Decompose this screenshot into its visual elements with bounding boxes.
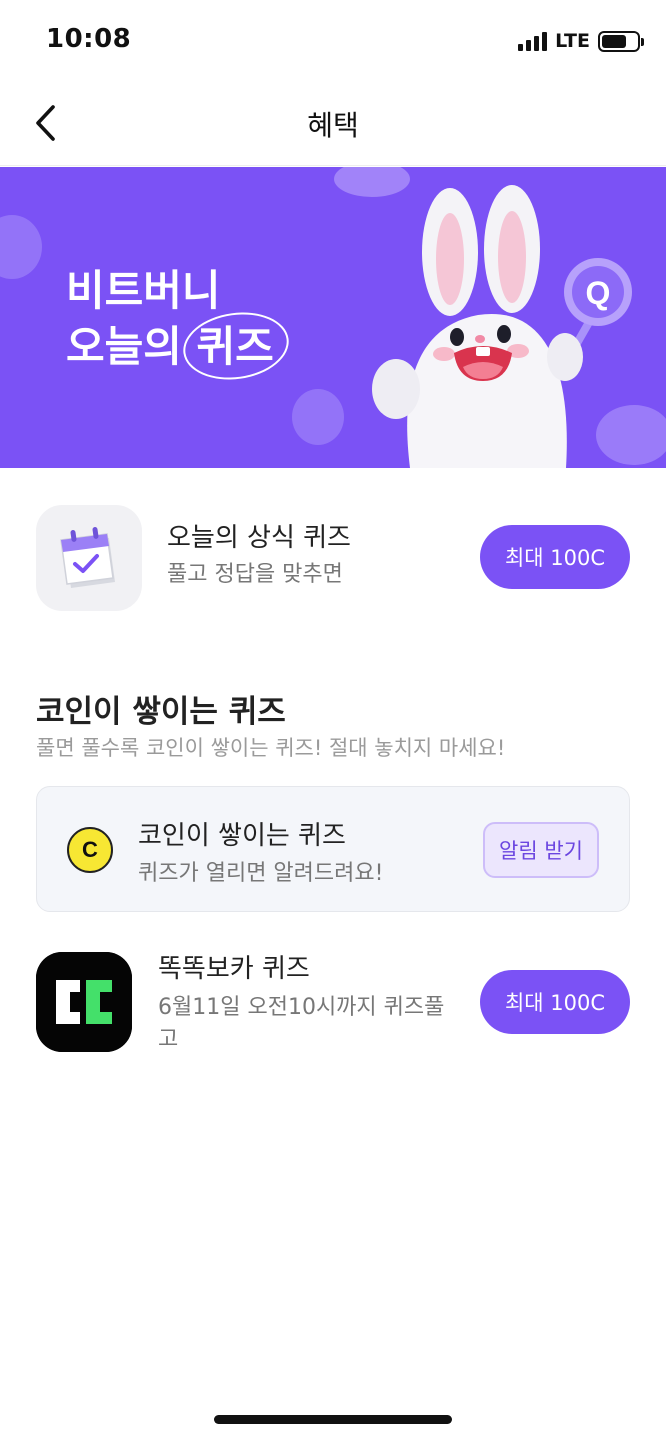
svg-text:Q: Q — [586, 275, 611, 311]
section-description: 풀면 풀수록 코인이 쌓이는 퀴즈! 절대 놓치지 마세요! — [36, 736, 506, 760]
battery-icon — [598, 30, 644, 52]
quiz-banner[interactable]: Q 비트버니 오늘의 퀴즈 — [0, 167, 666, 468]
notify-me-button[interactable]: 알림 받기 — [483, 822, 599, 878]
partner-quiz-title: 똑똑보카 퀴즈 — [158, 954, 310, 984]
partner-quiz-row[interactable]: 똑똑보카 퀴즈 6월11일 오전10시까지 퀴즈풀 고 최대 100C — [36, 952, 630, 1056]
signal-icon — [518, 31, 548, 51]
calendar-check-icon — [36, 505, 142, 611]
daily-quiz-row[interactable]: 오늘의 상식 퀴즈 풀고 정답을 맞추면 최대 100C — [36, 505, 630, 611]
status-bar: 10:08 LTE — [0, 0, 666, 84]
daily-quiz-reward-button[interactable]: 최대 100C — [480, 525, 630, 589]
banner-title: 비트버니 오늘의 퀴즈 — [66, 263, 274, 375]
nav-header: 혜택 — [0, 84, 666, 166]
status-time: 10:08 — [46, 24, 132, 54]
status-indicators: LTE — [518, 30, 644, 52]
coin-icon: C — [67, 827, 113, 873]
home-indicator[interactable] — [214, 1415, 452, 1424]
coin-quiz-title: 코인이 쌓이는 퀴즈 — [138, 821, 346, 851]
partner-quiz-subtitle-line2: 고 — [158, 1027, 179, 1052]
partner-quiz-reward-button[interactable]: 최대 100C — [480, 970, 630, 1034]
section-title: 코인이 쌓이는 퀴즈 — [36, 694, 286, 730]
coin-quiz-card: C 코인이 쌓이는 퀴즈 퀴즈가 열리면 알려드려요! 알림 받기 — [36, 786, 630, 912]
banner-title-line2: 오늘의 퀴즈 — [66, 322, 274, 371]
daily-quiz-text: 오늘의 상식 퀴즈 풀고 정답을 맞추면 — [167, 521, 351, 591]
partner-quiz-text: 똑똑보카 퀴즈 6월11일 오전10시까지 퀴즈풀 고 — [158, 952, 444, 1056]
vocab-app-icon — [36, 952, 132, 1052]
daily-quiz-subtitle: 풀고 정답을 맞추면 — [167, 562, 343, 587]
partner-quiz-subtitle-line1: 6월11일 오전10시까지 퀴즈풀 — [158, 995, 445, 1020]
daily-quiz-title: 오늘의 상식 퀴즈 — [167, 523, 351, 553]
coin-quiz-subtitle: 퀴즈가 열리면 알려드려요! — [138, 861, 384, 886]
network-label: LTE — [555, 30, 590, 52]
banner-title-line1: 비트버니 — [66, 266, 221, 315]
page-title: 혜택 — [307, 109, 359, 142]
